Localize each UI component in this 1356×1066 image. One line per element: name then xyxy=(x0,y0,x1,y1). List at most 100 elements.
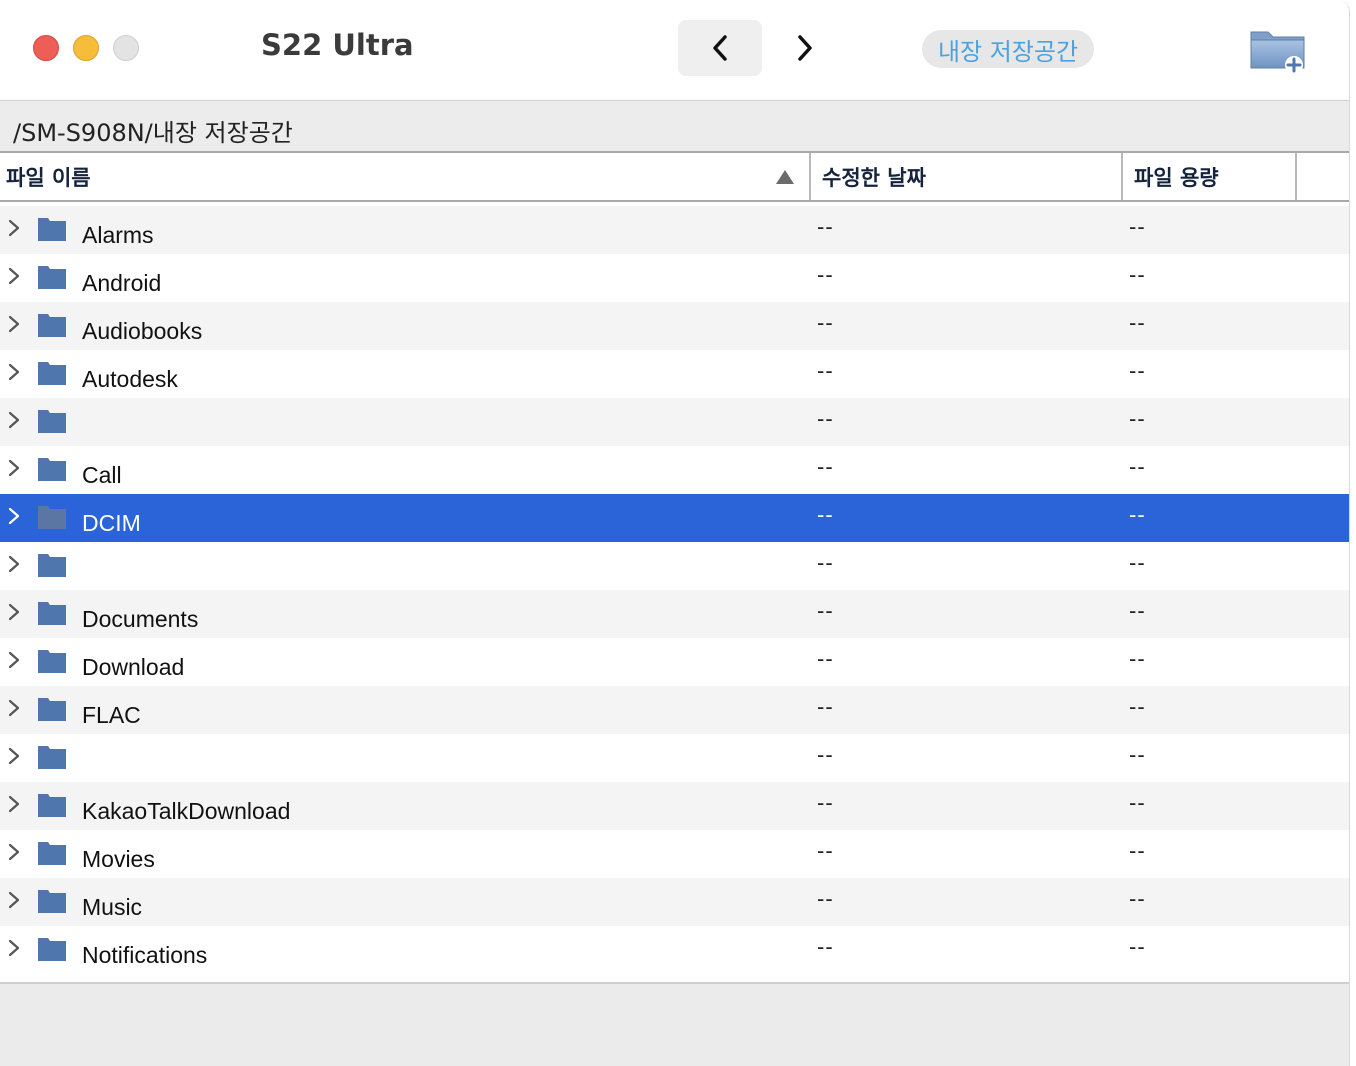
file-size: -- xyxy=(1129,646,1146,671)
file-name: Alarms xyxy=(82,222,154,248)
file-date: -- xyxy=(817,310,834,335)
file-row[interactable]: KakaoTalkDownload -- -- xyxy=(0,782,1349,830)
file-row[interactable]: Alarms -- -- xyxy=(0,206,1349,254)
file-row[interactable]: Download -- -- xyxy=(0,638,1349,686)
file-name: Documents xyxy=(82,606,199,632)
file-date: -- xyxy=(817,454,834,479)
file-date: -- xyxy=(817,694,834,719)
folder-icon xyxy=(38,650,66,673)
folder-icon xyxy=(38,266,66,289)
column-header-date-label: 수정한 날짜 xyxy=(822,165,926,190)
file-row[interactable]: -- -- xyxy=(0,542,1349,590)
file-date: -- xyxy=(817,838,834,863)
file-row[interactable]: -- -- xyxy=(0,398,1349,446)
minimize-window-button[interactable] xyxy=(73,35,99,61)
folder-icon xyxy=(38,362,66,385)
file-row[interactable]: FLAC -- -- xyxy=(0,686,1349,734)
disclosure-chevron-icon[interactable] xyxy=(7,938,21,958)
file-name: DCIM xyxy=(82,510,141,536)
file-size: -- xyxy=(1129,790,1146,815)
file-date: -- xyxy=(817,550,834,575)
folder-icon xyxy=(38,506,66,529)
file-row[interactable]: Notifications -- -- xyxy=(0,926,1349,974)
file-size: -- xyxy=(1129,598,1146,623)
path-bar: /SM-S908N/내장 저장공간 xyxy=(0,100,1349,153)
disclosure-chevron-icon[interactable] xyxy=(7,458,21,478)
disclosure-chevron-icon[interactable] xyxy=(7,410,21,430)
file-date: -- xyxy=(817,214,834,239)
folder-icon xyxy=(38,602,66,625)
file-row[interactable]: DCIM -- -- xyxy=(0,494,1349,542)
storage-selector-button[interactable]: 내장 저장공간 xyxy=(922,30,1094,68)
column-header-size[interactable]: 파일 용량 xyxy=(1121,153,1295,200)
status-area xyxy=(0,982,1349,1066)
device-title: S22 Ultra xyxy=(261,28,414,62)
column-header: 파일 이름 수정한 날짜 파일 용량 xyxy=(0,153,1349,202)
disclosure-chevron-icon[interactable] xyxy=(7,314,21,334)
disclosure-chevron-icon[interactable] xyxy=(7,794,21,814)
folder-icon xyxy=(38,458,66,481)
folder-icon xyxy=(38,218,66,241)
file-row[interactable]: Call -- -- xyxy=(0,446,1349,494)
file-row[interactable]: Autodesk -- -- xyxy=(0,350,1349,398)
file-size: -- xyxy=(1129,358,1146,383)
disclosure-chevron-icon[interactable] xyxy=(7,890,21,910)
file-size: -- xyxy=(1129,694,1146,719)
file-date: -- xyxy=(817,502,834,527)
disclosure-chevron-icon[interactable] xyxy=(7,218,21,238)
file-row[interactable]: Documents -- -- xyxy=(0,590,1349,638)
file-date: -- xyxy=(817,934,834,959)
file-name: Autodesk xyxy=(82,366,178,392)
folder-icon xyxy=(38,410,66,433)
folder-icon xyxy=(38,554,66,577)
file-date: -- xyxy=(817,646,834,671)
sort-ascending-icon[interactable] xyxy=(776,170,794,184)
column-header-date[interactable]: 수정한 날짜 xyxy=(809,153,1121,200)
chevron-right-icon xyxy=(798,35,812,61)
file-name: Music xyxy=(82,894,143,920)
file-row[interactable]: Android -- -- xyxy=(0,254,1349,302)
file-date: -- xyxy=(817,262,834,287)
file-name: KakaoTalkDownload xyxy=(82,798,291,824)
column-header-name[interactable]: 파일 이름 xyxy=(0,153,808,200)
folder-icon xyxy=(38,314,66,337)
disclosure-chevron-icon[interactable] xyxy=(7,362,21,382)
file-row[interactable]: Movies -- -- xyxy=(0,830,1349,878)
file-row[interactable]: -- -- xyxy=(0,734,1349,782)
disclosure-chevron-icon[interactable] xyxy=(7,506,21,526)
file-date: -- xyxy=(817,406,834,431)
back-button[interactable] xyxy=(678,20,762,76)
new-folder-icon xyxy=(1250,31,1305,74)
disclosure-chevron-icon[interactable] xyxy=(7,650,21,670)
file-size: -- xyxy=(1129,310,1146,335)
file-row[interactable]: Audiobooks -- -- xyxy=(0,302,1349,350)
disclosure-chevron-icon[interactable] xyxy=(7,746,21,766)
disclosure-chevron-icon[interactable] xyxy=(7,842,21,862)
file-date: -- xyxy=(817,742,834,767)
folder-icon xyxy=(38,890,66,913)
file-name: Movies xyxy=(82,846,155,872)
close-window-button[interactable] xyxy=(33,35,59,61)
file-size: -- xyxy=(1129,886,1146,911)
file-row[interactable]: Music -- -- xyxy=(0,878,1349,926)
column-header-empty xyxy=(1295,153,1349,200)
file-date: -- xyxy=(817,598,834,623)
column-header-size-label: 파일 용량 xyxy=(1134,165,1219,190)
file-name: Android xyxy=(82,270,162,296)
forward-button[interactable] xyxy=(770,20,840,76)
disclosure-chevron-icon[interactable] xyxy=(7,266,21,286)
file-size: -- xyxy=(1129,742,1146,767)
folder-icon xyxy=(38,842,66,865)
folder-icon xyxy=(38,938,66,961)
new-folder-button[interactable] xyxy=(1248,24,1308,76)
file-size: -- xyxy=(1129,550,1146,575)
disclosure-chevron-icon[interactable] xyxy=(7,698,21,718)
disclosure-chevron-icon[interactable] xyxy=(7,602,21,622)
file-size: -- xyxy=(1129,502,1146,527)
file-name: Download xyxy=(82,654,185,680)
zoom-window-button[interactable] xyxy=(113,35,139,61)
file-size: -- xyxy=(1129,454,1146,479)
file-size: -- xyxy=(1129,214,1146,239)
disclosure-chevron-icon[interactable] xyxy=(7,554,21,574)
file-date: -- xyxy=(817,886,834,911)
